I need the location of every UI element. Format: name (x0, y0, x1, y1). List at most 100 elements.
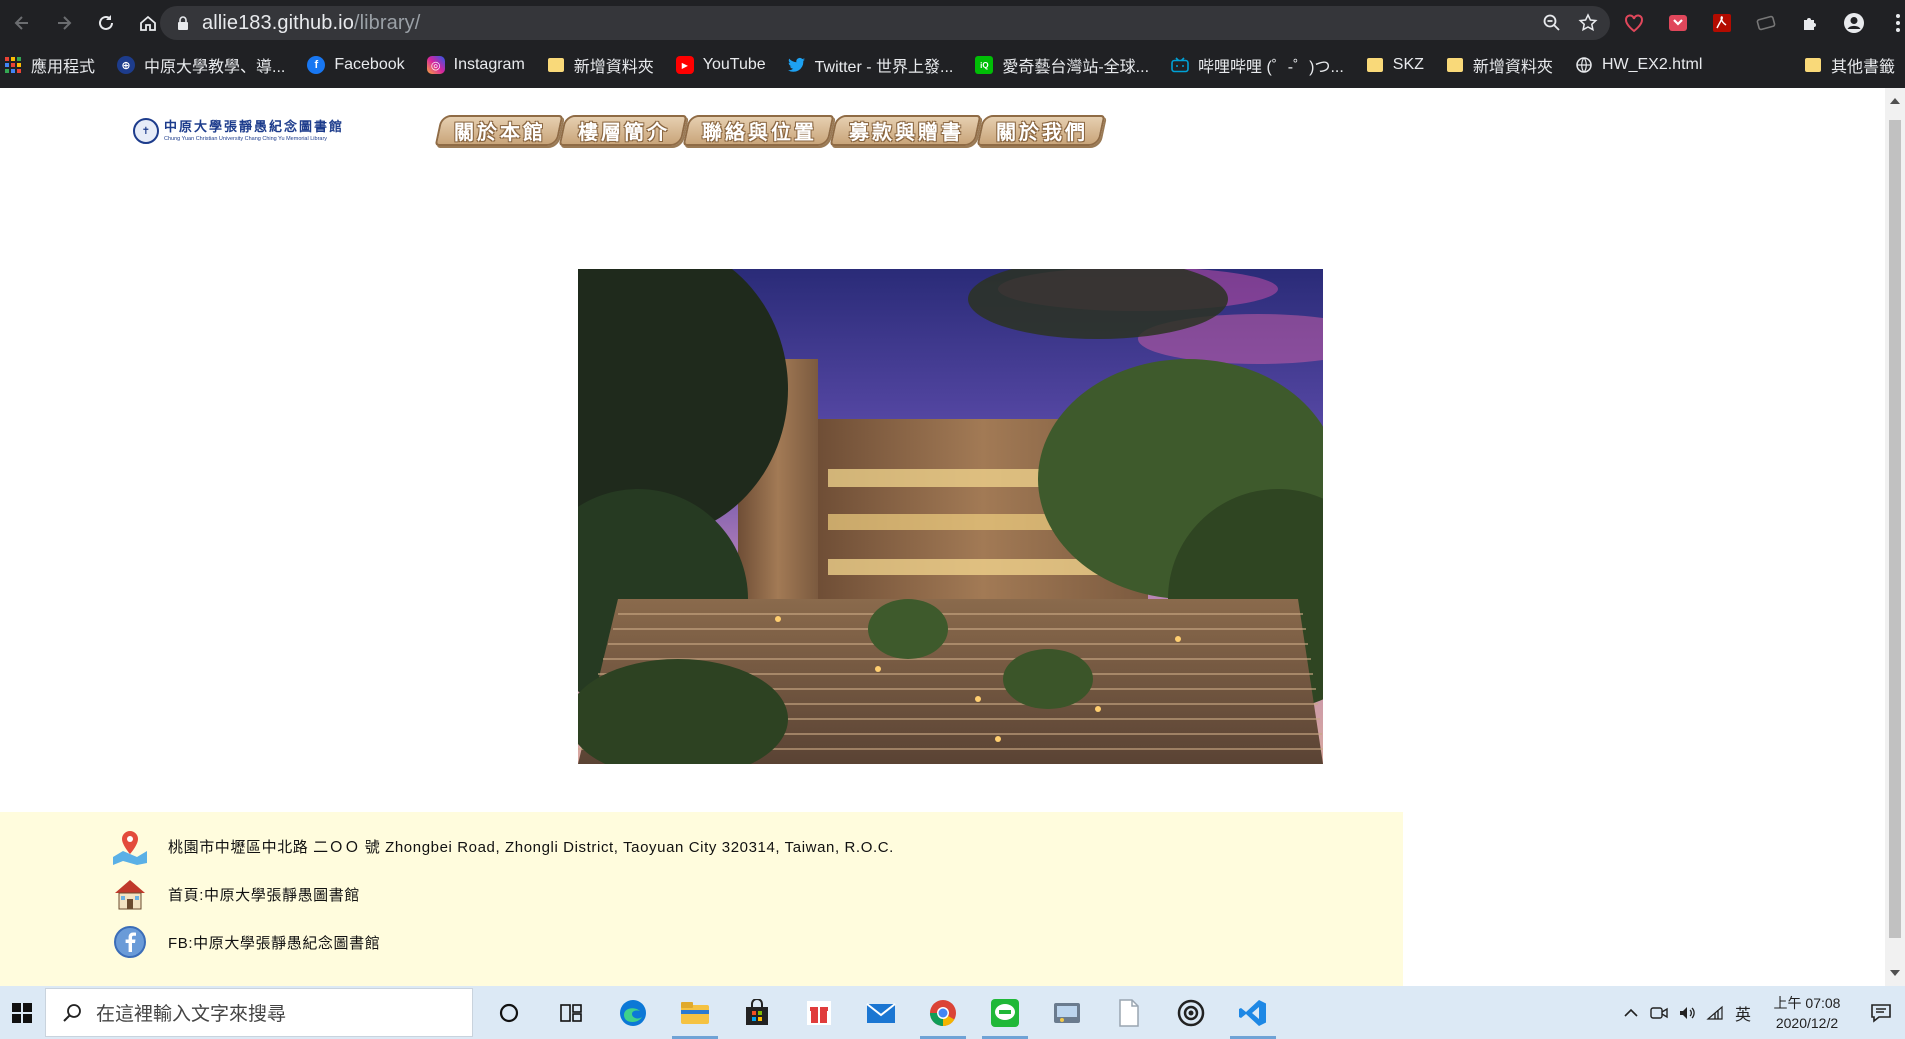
bilibili-icon (1171, 56, 1189, 74)
volume-icon[interactable] (1673, 1005, 1701, 1021)
bookmark-label: HW_EX2.html (1601, 56, 1703, 73)
logo-title-zh: 中原大學張靜愚紀念圖書館 (164, 119, 345, 135)
chevron-up-icon[interactable] (1617, 1008, 1645, 1018)
menu-floor-guide[interactable]: 樓層簡介 (558, 115, 688, 146)
profile-avatar-icon[interactable] (1842, 11, 1866, 35)
menu-label: 關於我們 (996, 122, 1088, 144)
bookmark-youtube[interactable]: ▶ YouTube (675, 56, 766, 74)
bookmark-cycu[interactable]: ⊕ 中原大學教學、導... (117, 53, 285, 77)
address-bar[interactable]: allie183.github.io/library/ (160, 6, 1610, 40)
home-icon (140, 15, 156, 31)
folder-icon (1804, 58, 1821, 72)
other-bookmarks[interactable]: 其他書籤 (1804, 48, 1895, 82)
contact-footer: 桃園市中壢區中北路 二ＯＯ 號 Zhongbei Road, Zhongli D… (0, 812, 1403, 986)
pdf-extension-icon[interactable] (1710, 11, 1734, 35)
bookmark-instagram[interactable]: ◎ Instagram (426, 56, 525, 74)
lock-icon (178, 16, 188, 30)
folder-icon (1446, 56, 1464, 74)
vscode-app-icon[interactable] (1222, 986, 1284, 1039)
bookmark-folder-new[interactable]: 新增資料夾 (547, 53, 654, 77)
windows-logo-icon (12, 1002, 32, 1023)
scroll-down-arrow-icon[interactable] (1890, 970, 1900, 976)
kebab-menu-icon[interactable] (1886, 11, 1905, 35)
meet-now-icon[interactable] (1645, 1005, 1673, 1021)
footer-homepage-row[interactable]: 首頁:中原大學張靜愚圖書館 (110, 874, 360, 914)
bookmark-iqiyi[interactable]: iQ 愛奇藝台灣站-全球... (975, 53, 1149, 77)
arrow-left-icon (14, 16, 28, 30)
menu-about-us[interactable]: 關於我們 (976, 115, 1106, 146)
bookmark-star-icon[interactable] (1578, 13, 1598, 33)
bookmark-label: SKZ (1392, 56, 1424, 73)
taskbar-clock[interactable]: 上午 07:08 2020/12/2 (1763, 993, 1851, 1033)
scroll-thumb[interactable] (1889, 120, 1901, 938)
bookmark-label: 新增資料夾 (573, 59, 654, 76)
gift-app-icon[interactable] (788, 986, 850, 1039)
youtube-icon: ▶ (675, 56, 694, 74)
bookmark-label: 中原大學教學、導... (144, 59, 286, 76)
podcast-app-icon[interactable] (1160, 986, 1222, 1039)
bookmark-label: YouTube (702, 56, 766, 73)
control-panel-app-icon[interactable] (1036, 986, 1098, 1039)
bookmark-twitter[interactable]: Twitter - 世界上發... (787, 53, 954, 77)
bookmark-hw-ex2[interactable]: HW_EX2.html (1575, 56, 1702, 74)
web-page: ✝ 中原大學張靜愚紀念圖書館 Chung Yuan Christian Univ… (0, 88, 1885, 986)
line-app-icon[interactable] (974, 986, 1036, 1039)
library-logo[interactable]: ✝ 中原大學張靜愚紀念圖書館 Chung Yuan Christian Univ… (133, 114, 368, 148)
iqiyi-icon: iQ (975, 56, 994, 74)
map-pin-icon (110, 826, 150, 866)
apps-grid-icon (4, 56, 22, 74)
ticket-extension-icon[interactable] (1754, 11, 1778, 35)
footer-address-row: 桃園市中壢區中北路 二ＯＯ 號 Zhongbei Road, Zhongli D… (110, 826, 894, 866)
cortana-circle-icon (499, 1003, 519, 1022)
menu-label: 聯絡與位置 (702, 122, 817, 144)
search-placeholder: 在這裡輸入文字來搜尋 (96, 1004, 287, 1025)
url-host: allie183.github.io (202, 11, 354, 34)
url-text: allie183.github.io/library/ (202, 12, 420, 35)
search-icon (63, 1003, 81, 1022)
library-hero-photo (578, 269, 1323, 764)
cortana-button[interactable] (478, 986, 540, 1039)
scroll-up-arrow-icon[interactable] (1890, 98, 1900, 104)
mail-app-icon[interactable] (850, 986, 912, 1039)
folder-icon (1366, 56, 1384, 74)
input-method-indicator[interactable]: 英 (1729, 1001, 1757, 1025)
reload-button[interactable] (86, 3, 126, 43)
wifi-icon[interactable] (1701, 1005, 1729, 1021)
footer-facebook-row[interactable]: FB:中原大學張靜愚紀念圖書館 (110, 922, 380, 962)
browser-toolbar: allie183.github.io/library/ (0, 0, 1905, 46)
edge-app-icon[interactable] (602, 986, 664, 1039)
windows-taskbar: 在這裡輸入文字來搜尋 英 上午 07:08 2020/12/2 (0, 986, 1905, 1039)
system-tray: 英 上午 07:08 2020/12/2 (1617, 986, 1905, 1039)
file-explorer-app-icon[interactable] (664, 986, 726, 1039)
bookmark-folder-skz[interactable]: SKZ (1366, 56, 1424, 74)
taskbar-search-box[interactable]: 在這裡輸入文字來搜尋 (45, 988, 473, 1037)
footer-facebook-link[interactable]: FB:中原大學張靜愚紀念圖書館 (168, 932, 380, 953)
footer-homepage-link[interactable]: 首頁:中原大學張靜愚圖書館 (168, 884, 360, 905)
menu-donations[interactable]: 募款與贈書 (829, 115, 982, 146)
store-app-icon[interactable] (726, 986, 788, 1039)
back-button[interactable] (2, 3, 42, 43)
bookmark-apps[interactable]: 應用程式 (4, 53, 95, 77)
bookmark-label: Twitter - 世界上發... (814, 59, 954, 76)
bookmark-facebook[interactable]: f Facebook (307, 56, 405, 74)
zoom-icon[interactable] (1542, 13, 1562, 33)
task-view-button[interactable] (540, 986, 602, 1039)
bookmark-bilibili[interactable]: 哔哩哔哩 (゜-゜)つ... (1171, 53, 1344, 77)
menu-about-library[interactable]: 關於本館 (434, 115, 564, 146)
forward-button[interactable] (44, 3, 84, 43)
heart-extension-icon[interactable] (1622, 11, 1646, 35)
page-scrollbar[interactable] (1885, 88, 1905, 986)
bookmark-label: 應用程式 (31, 59, 96, 76)
bookmark-label: Instagram (453, 56, 525, 73)
bookmark-label: 新增資料夾 (1472, 59, 1553, 76)
menu-contact-location[interactable]: 聯絡與位置 (682, 115, 835, 146)
puzzle-extensions-icon[interactable] (1798, 11, 1822, 35)
start-button[interactable] (0, 986, 44, 1039)
bookmark-label: Facebook (334, 56, 405, 73)
notification-center-button[interactable] (1857, 1003, 1905, 1023)
chrome-app-icon[interactable] (912, 986, 974, 1039)
folder-icon (547, 56, 565, 74)
bookmark-folder-new-2[interactable]: 新增資料夾 (1446, 53, 1553, 77)
document-app-icon[interactable] (1098, 986, 1160, 1039)
pocket-extension-icon[interactable] (1666, 11, 1690, 35)
